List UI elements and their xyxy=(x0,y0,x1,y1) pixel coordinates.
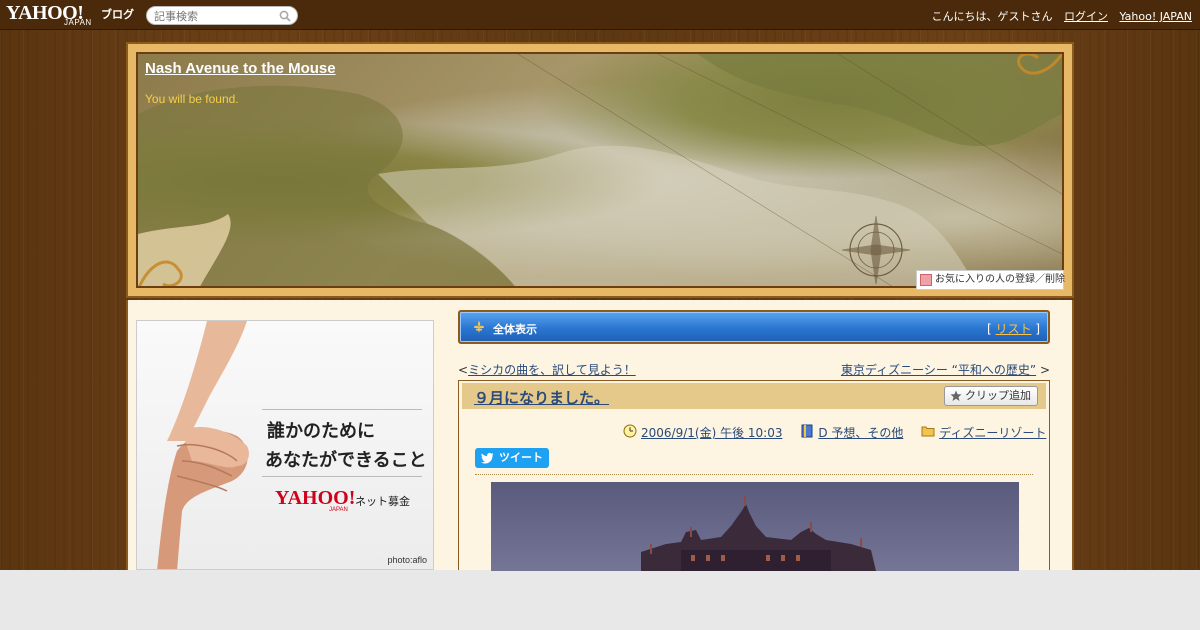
article-meta: 2006/9/1(金) 午後 10:03 D 予想、その他 ディズニーリゾート xyxy=(623,424,1060,441)
clock-icon xyxy=(623,424,637,438)
article-header: ９月になりました。 クリップ追加 xyxy=(462,383,1046,409)
ad-service-name: ネット募金 xyxy=(355,495,410,508)
nav-title-all[interactable]: 全体表示 xyxy=(493,321,537,337)
charity-ad-banner[interactable]: 誰かのために あなたができること YAHOO! JAPAN ネット募金 phot… xyxy=(136,320,434,570)
dotted-divider xyxy=(475,474,1033,475)
top-bar: YAHOO! JAPAN ブログ こんにちは、ゲストさん ログイン Yahoo!… xyxy=(0,0,1200,30)
ad-divider-bottom xyxy=(262,476,422,477)
footer-area xyxy=(0,570,1200,630)
nav-list-toggle: [ リスト ] xyxy=(987,320,1040,337)
user-area: こんにちは、ゲストさん ログイン Yahoo! JAPAN xyxy=(923,8,1192,24)
article-folder: ディズニーリゾート xyxy=(921,424,1046,441)
tweet-button[interactable]: ツイート xyxy=(475,448,549,468)
favorite-button-label: お気に入りの人の登録／削除 xyxy=(935,274,1065,285)
blog-tagline: You will be found. xyxy=(145,92,239,106)
greeting-text: こんにちは、ゲストさん xyxy=(931,10,1053,23)
bracket-close: ] xyxy=(1035,322,1040,336)
hotel-building-photo xyxy=(641,496,876,571)
search-input[interactable] xyxy=(154,8,274,24)
ad-headline-1: 誰かのために xyxy=(267,421,375,442)
next-article-link[interactable]: 東京ディズニーシー “平和への歴史” xyxy=(841,363,1036,377)
logo-sub: JAPAN xyxy=(64,18,92,27)
book-icon xyxy=(801,424,813,438)
search-box[interactable] xyxy=(146,6,298,25)
article-category: D 予想、その他 xyxy=(800,424,903,441)
previous-article-link[interactable]: ミシカの曲を、訳して見よう！ xyxy=(468,363,636,377)
ad-headline-2: あなたができること xyxy=(265,450,427,471)
section-nav-bar: 全体表示 [ リスト ] xyxy=(458,310,1050,344)
ad-divider-top xyxy=(262,409,422,410)
ad-brand-sub: JAPAN xyxy=(329,507,348,513)
map-illustration xyxy=(136,52,1064,288)
favorite-register-button[interactable]: お気に入りの人の登録／削除 xyxy=(916,270,1065,290)
article-card: ９月になりました。 クリップ追加 2006/9/1(金) 午後 10:03 D … xyxy=(458,380,1050,571)
next-article: 東京ディズニーシー “平和への歴史” > xyxy=(841,361,1050,378)
logo-service: ブログ xyxy=(101,8,134,21)
clip-add-label: クリップ追加 xyxy=(965,389,1031,402)
article-folder-link[interactable]: ディズニーリゾート xyxy=(939,426,1046,440)
tweet-label: ツイート xyxy=(499,451,543,464)
map-artwork xyxy=(138,54,1062,286)
login-link[interactable]: ログイン xyxy=(1064,10,1108,23)
article-date-link[interactable]: 2006/9/1(金) 午後 10:03 xyxy=(641,426,782,440)
star-icon xyxy=(950,390,962,401)
article-title-link[interactable]: ９月になりました。 xyxy=(474,387,609,408)
blog-title-link[interactable]: Nash Avenue to the Mouse xyxy=(145,60,336,77)
fleur-de-lis-icon xyxy=(474,321,484,333)
twitter-bird-icon xyxy=(481,452,494,464)
favorite-icon xyxy=(920,274,932,286)
article-category-link[interactable]: D 予想、その他 xyxy=(818,426,903,440)
previous-article: <ミシカの曲を、訳して見よう！ xyxy=(458,361,636,378)
ad-photo-credit: photo:aflo xyxy=(387,555,427,565)
article-photo[interactable] xyxy=(491,482,1019,571)
article-date: 2006/9/1(金) 午後 10:03 xyxy=(623,424,782,441)
search-icon[interactable] xyxy=(279,10,291,22)
bracket-open: [ xyxy=(986,322,992,336)
list-view-link[interactable]: リスト xyxy=(995,322,1031,336)
blog-header-banner xyxy=(126,42,1074,298)
prev-arrow: < xyxy=(458,363,469,377)
clip-add-button[interactable]: クリップ追加 xyxy=(944,386,1038,406)
yahoo-japan-link[interactable]: Yahoo! JAPAN xyxy=(1119,10,1192,23)
next-arrow: > xyxy=(1039,363,1050,377)
folder-icon xyxy=(921,426,935,437)
yahoo-blog-logo[interactable]: YAHOO! JAPAN ブログ xyxy=(6,2,142,28)
